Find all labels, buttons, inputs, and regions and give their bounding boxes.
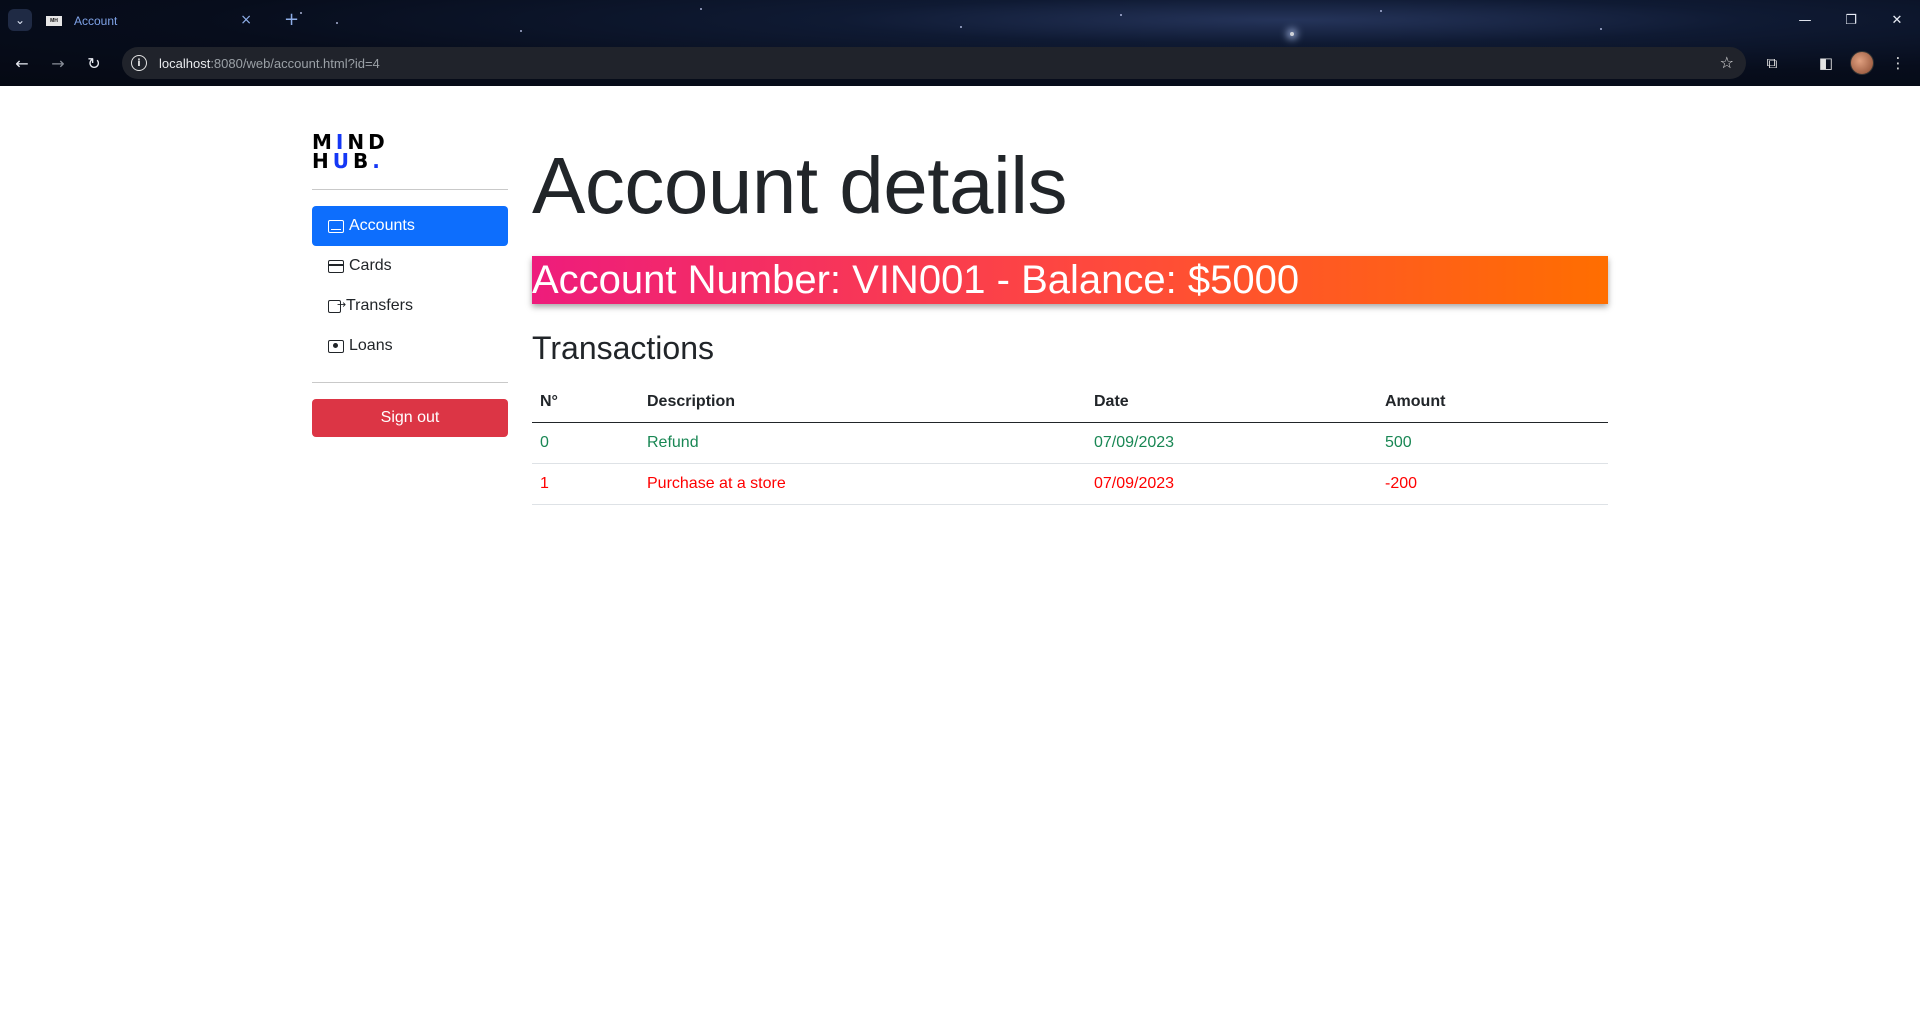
column-header-amount: Amount <box>1377 382 1608 423</box>
cell-number: 1 <box>532 463 639 505</box>
cell-date: 07/09/2023 <box>1086 463 1377 505</box>
tab-title: Account <box>74 14 118 28</box>
browser-tab[interactable]: MH Account × <box>40 6 270 36</box>
browser-chrome: ⌄ MH Account × + — ❐ ✕ ← → ↻ i localhost… <box>0 0 1920 86</box>
sidebar-item-label: Transfers <box>346 297 413 314</box>
cell-amount: -200 <box>1377 463 1608 505</box>
tab-search-button[interactable]: ⌄ <box>8 9 32 31</box>
puzzle-icon[interactable]: ⧉ <box>1758 49 1786 77</box>
sign-out-button[interactable]: Sign out <box>312 399 508 437</box>
column-header-date: Date <box>1086 382 1377 423</box>
restore-icon[interactable]: ❐ <box>1828 0 1874 40</box>
tab-strip: ⌄ MH Account × + — ❐ ✕ <box>0 0 1920 40</box>
more-vert-icon[interactable]: ⋮ <box>1884 49 1912 77</box>
new-tab-button[interactable]: + <box>284 9 299 30</box>
account-balance-banner: Account Number: VIN001 - Balance: $5000 <box>532 256 1608 304</box>
reload-icon[interactable]: ↻ <box>80 49 108 77</box>
forward-arrow-icon[interactable]: → <box>44 49 72 77</box>
url-path: :8080/web/account.html?id=4 <box>210 55 380 71</box>
cell-amount: 500 <box>1377 422 1608 464</box>
url-host: localhost <box>159 55 211 71</box>
main-content: Account details Account Number: VIN001 -… <box>532 146 1608 505</box>
logo-line-2: HUB. <box>312 149 384 173</box>
sidebar: MIND HUB. Accounts Cards Transfers Loans… <box>312 132 508 437</box>
inbox-icon <box>328 219 344 233</box>
credit-card-icon <box>328 259 344 273</box>
divider <box>312 189 508 190</box>
cash-icon <box>328 339 344 353</box>
sidebar-item-transfers[interactable]: Transfers <box>312 286 508 326</box>
sidebar-item-label: Loans <box>349 337 393 354</box>
divider <box>312 382 508 383</box>
cell-description: Refund <box>639 422 1086 464</box>
browser-toolbar: ← → ↻ i localhost:8080/web/account.html?… <box>0 45 1920 81</box>
sidebar-item-label: Accounts <box>349 217 415 234</box>
window-controls: — ❐ ✕ <box>1782 0 1920 40</box>
sidebar-item-accounts[interactable]: Accounts <box>312 206 508 246</box>
transactions-table: N° Description Date Amount 0 Refund 07/0… <box>532 382 1608 505</box>
profile-avatar[interactable] <box>1850 51 1874 75</box>
page: MIND HUB. Accounts Cards Transfers Loans… <box>0 86 1920 1031</box>
column-header-number: N° <box>532 382 639 423</box>
address-bar[interactable]: i localhost:8080/web/account.html?id=4 ☆ <box>122 47 1746 79</box>
sidebar-item-label: Cards <box>349 257 392 274</box>
cell-number: 0 <box>532 422 639 464</box>
transactions-heading: Transactions <box>532 330 714 366</box>
mindhub-logo[interactable]: MIND HUB. <box>312 132 412 173</box>
info-icon[interactable]: i <box>131 55 147 71</box>
star-icon[interactable]: ☆ <box>1720 53 1734 72</box>
table-header-row: N° Description Date Amount <box>532 382 1608 423</box>
sidebar-item-loans[interactable]: Loans <box>312 326 508 366</box>
url-text[interactable]: localhost:8080/web/account.html?id=4 <box>159 56 380 71</box>
cell-date: 07/09/2023 <box>1086 422 1377 464</box>
table-row: 1 Purchase at a store 07/09/2023 -200 <box>532 463 1608 505</box>
side-panel-icon[interactable]: ◧ <box>1812 49 1840 77</box>
close-icon[interactable]: × <box>240 12 252 28</box>
sidebar-item-cards[interactable]: Cards <box>312 246 508 286</box>
transfer-icon <box>328 298 346 313</box>
chevron-down-icon: ⌄ <box>14 13 26 27</box>
back-arrow-icon[interactable]: ← <box>8 49 36 77</box>
table-row: 0 Refund 07/09/2023 500 <box>532 422 1608 464</box>
column-header-description: Description <box>639 382 1086 423</box>
page-title: Account details <box>532 141 1068 230</box>
mindhub-favicon-icon: MH <box>46 16 62 26</box>
window-close-icon[interactable]: ✕ <box>1874 0 1920 40</box>
minimize-icon[interactable]: — <box>1782 0 1828 40</box>
cell-description: Purchase at a store <box>639 463 1086 505</box>
